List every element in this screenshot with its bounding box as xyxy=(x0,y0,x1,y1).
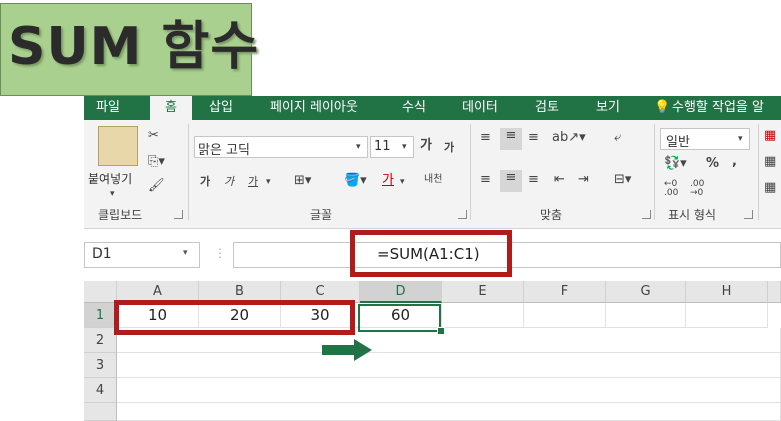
font-launcher-icon[interactable] xyxy=(458,210,467,219)
more-options-icon: ⋮ xyxy=(214,246,226,260)
column-header-i[interactable] xyxy=(768,281,781,303)
number-group-label: 표시 형식 xyxy=(668,208,716,222)
clipboard-launcher-icon[interactable] xyxy=(174,210,183,219)
lightbulb-icon: 💡 xyxy=(654,100,671,115)
increase-indent-icon[interactable]: ⇥ xyxy=(578,172,589,188)
chevron-down-icon[interactable]: ▾ xyxy=(738,131,743,147)
group-separator xyxy=(470,124,471,220)
shrink-font-icon[interactable]: 가 xyxy=(444,140,454,156)
ribbon: 붙여넣기 ▾ ✂ ⎘▾ 🖌 클립보드 맑은 고딕 ▾ 11 ▾ 가 가 가 가 … xyxy=(84,120,781,229)
align-left-icon[interactable]: ≡ xyxy=(480,172,491,188)
tab-page-layout[interactable]: 페이지 레이아웃 xyxy=(270,96,358,120)
cell-styles-icon[interactable]: ▦ xyxy=(764,180,776,196)
fill-handle[interactable] xyxy=(437,327,445,335)
font-name-value: 맑은 고딕 xyxy=(198,143,250,158)
formula-highlight-box xyxy=(350,230,512,277)
increase-decimal-icon[interactable]: ←0 .00 xyxy=(664,180,690,198)
arrow-right-icon xyxy=(322,339,372,361)
chevron-down-icon[interactable]: ▾ xyxy=(400,174,405,190)
column-header-f[interactable]: F xyxy=(524,281,606,303)
phonetic-guide-icon[interactable]: 내천 xyxy=(424,172,442,188)
chevron-down-icon[interactable]: ▾ xyxy=(183,248,188,258)
range-highlight-box xyxy=(114,300,355,335)
cell-g1[interactable] xyxy=(606,303,686,328)
tab-review[interactable]: 검토 xyxy=(535,96,559,120)
chevron-down-icon[interactable]: ▾ xyxy=(266,174,271,190)
tell-me-box[interactable]: 수행할 작업을 알 xyxy=(672,96,764,120)
ribbon-tab-bar: 파일 홈 삽입 페이지 레이아웃 수식 데이터 검토 보기 💡 수행할 작업을 … xyxy=(84,96,781,120)
decrease-indent-icon[interactable]: ⇤ xyxy=(554,172,565,188)
format-table-icon[interactable]: ▦ xyxy=(764,154,776,170)
merge-center-icon[interactable]: ⊟▾ xyxy=(614,172,631,188)
format-painter-icon[interactable]: 🖌 xyxy=(148,178,165,194)
bold-icon[interactable]: 가 xyxy=(200,174,210,190)
column-header-g[interactable]: G xyxy=(606,281,686,303)
row-header-2[interactable]: 2 xyxy=(84,328,117,353)
paste-button-label[interactable]: 붙여넣기 xyxy=(88,170,132,187)
italic-icon[interactable]: 가 xyxy=(224,174,234,190)
column-header-h[interactable]: H xyxy=(686,281,768,303)
alignment-group-label: 맞춤 xyxy=(540,208,563,222)
column-header-e[interactable]: E xyxy=(442,281,524,303)
chevron-down-icon[interactable]: ▾ xyxy=(402,139,407,155)
row-header-4[interactable]: 4 xyxy=(84,378,117,403)
number-format-value: 일반 xyxy=(666,135,690,150)
conditional-format-icon[interactable]: ▦ xyxy=(764,128,776,144)
font-group-label: 글꼴 xyxy=(310,208,333,222)
border-icon[interactable]: ⊞▾ xyxy=(294,173,311,189)
orientation-icon[interactable]: ab↗▾ xyxy=(552,130,586,146)
alignment-launcher-icon[interactable] xyxy=(642,210,651,219)
number-launcher-icon[interactable] xyxy=(744,210,753,219)
comma-style-icon[interactable]: , xyxy=(732,154,737,170)
clipboard-group-label: 클립보드 xyxy=(98,208,143,222)
row-header-1[interactable]: 1 xyxy=(84,303,117,328)
group-separator xyxy=(654,124,655,220)
underline-icon[interactable]: 가 xyxy=(248,174,258,190)
row-3-cells[interactable] xyxy=(117,353,781,378)
tab-formulas[interactable]: 수식 xyxy=(402,96,426,120)
row-header-5[interactable] xyxy=(84,403,117,421)
paste-icon[interactable] xyxy=(98,126,138,166)
group-separator xyxy=(758,124,759,220)
cut-icon[interactable]: ✂ xyxy=(148,128,159,144)
grow-font-icon[interactable]: 가 xyxy=(420,138,432,154)
tab-insert[interactable]: 삽입 xyxy=(209,96,233,120)
chevron-down-icon[interactable]: ▾ xyxy=(356,139,361,155)
align-top-icon[interactable]: ≡ xyxy=(480,130,491,146)
row-5-cells[interactable] xyxy=(117,403,781,421)
cell-h1[interactable] xyxy=(686,303,768,328)
row-4-cells[interactable] xyxy=(117,378,781,403)
cell-f1[interactable] xyxy=(524,303,606,328)
font-color-icon[interactable]: 가 xyxy=(382,173,394,189)
column-header-d[interactable]: D xyxy=(360,281,442,303)
tab-data[interactable]: 데이터 xyxy=(462,96,498,120)
tab-file[interactable]: 파일 xyxy=(96,96,120,120)
fill-color-icon[interactable]: 🪣▾ xyxy=(344,173,367,189)
select-all-corner[interactable] xyxy=(84,281,117,303)
tab-home[interactable]: 홈 xyxy=(150,96,192,120)
font-size-value: 11 xyxy=(374,139,391,154)
align-middle-icon[interactable]: ≡ xyxy=(500,128,522,150)
chevron-down-icon[interactable]: ▾ xyxy=(110,186,115,202)
align-right-icon[interactable]: ≡ xyxy=(528,172,539,188)
selected-cell-border xyxy=(358,304,441,332)
align-center-icon[interactable]: ≡ xyxy=(500,170,522,192)
cell-e1[interactable] xyxy=(442,303,524,328)
percent-icon[interactable]: % xyxy=(706,156,719,172)
page-title: SUM 함수 xyxy=(8,17,260,77)
wrap-text-icon[interactable]: ⤶ xyxy=(614,130,621,146)
accounting-format-icon[interactable]: 💱▾ xyxy=(664,156,687,172)
name-box-value: D1 xyxy=(92,246,112,262)
decrease-decimal-icon[interactable]: .00 →0 xyxy=(690,180,716,198)
tab-view[interactable]: 보기 xyxy=(596,96,620,120)
group-separator xyxy=(188,124,189,220)
copy-icon[interactable]: ⎘▾ xyxy=(148,154,165,170)
row-header-3[interactable]: 3 xyxy=(84,353,117,378)
align-bottom-icon[interactable]: ≡ xyxy=(528,130,539,146)
